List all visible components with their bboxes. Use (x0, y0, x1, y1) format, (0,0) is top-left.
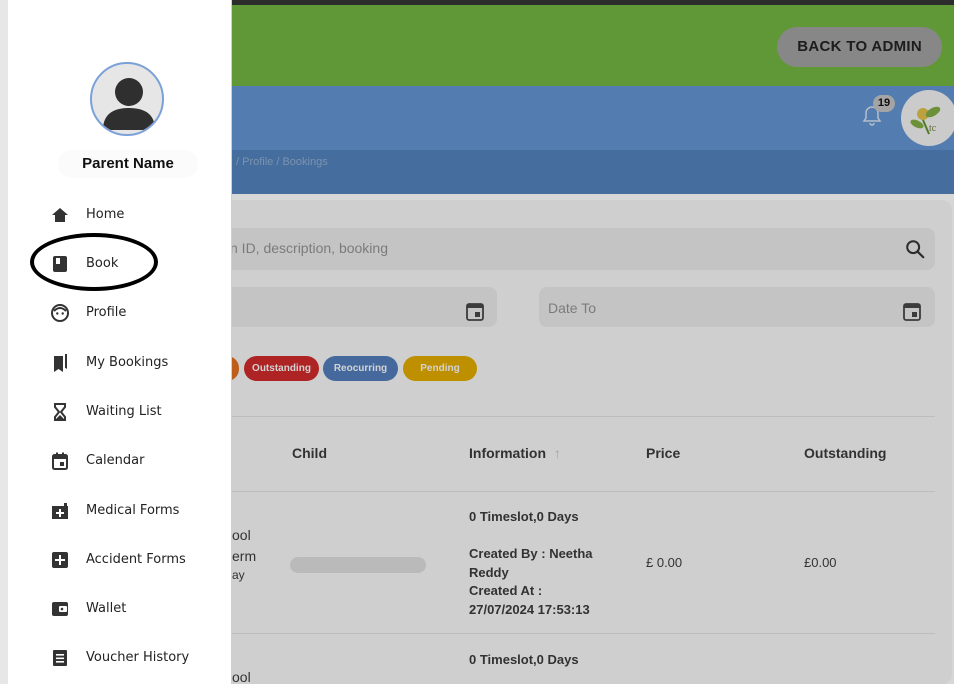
nav-item-medical-forms[interactable]: Medical Forms (16, 491, 238, 531)
calendar-icon[interactable] (466, 301, 484, 321)
face-icon (51, 304, 69, 322)
nav-item-waiting-list[interactable]: Waiting List (16, 392, 238, 432)
info-timeslot: 0 Timeslot,0 Days (469, 509, 579, 524)
column-header-outstanding[interactable]: Outstanding (804, 445, 886, 461)
created-at-label: Created At : (469, 583, 543, 598)
date-to-placeholder: Date To (548, 300, 596, 316)
nav-item-label: Profile (86, 305, 127, 320)
nav-item-label: Home (86, 207, 125, 222)
price-cell: £ 0.00 (646, 555, 683, 570)
list-icon (53, 650, 67, 666)
plus-box-icon (52, 552, 68, 568)
side-drawer: Parent Name Home Book Profile My Booking… (0, 0, 232, 684)
status-chip-pending[interactable]: Pending (403, 356, 477, 381)
date-to-input[interactable] (539, 287, 935, 327)
nav-item-label: Medical Forms (86, 503, 180, 518)
nav-item-voucher-history[interactable]: Voucher History (16, 638, 238, 678)
bookmarks-icon (54, 354, 67, 372)
nav-item-my-bookings[interactable]: My Bookings (16, 343, 238, 383)
avatar[interactable] (90, 62, 164, 136)
nav-item-label: Accident Forms (86, 552, 186, 567)
redacted-child-name (290, 557, 426, 573)
nav-item-label: Calendar (86, 453, 145, 468)
search-icon[interactable] (904, 238, 926, 260)
breadcrumb: / Profile / Bookings (236, 156, 328, 168)
nav-item-calendar[interactable]: Calendar (16, 441, 238, 481)
column-header-information[interactable]: Information ↑ (469, 445, 561, 461)
divider (225, 491, 935, 492)
info-timeslot: 0 Timeslot,0 Days (469, 652, 579, 667)
nav-item-accident-forms[interactable]: Accident Forms (16, 540, 238, 580)
divider (225, 633, 935, 634)
back-to-admin-button[interactable]: BACK TO ADMIN (777, 27, 942, 67)
calendar-icon (52, 452, 68, 470)
created-by-name: Reddy (469, 565, 509, 580)
nav-item-label: My Bookings (86, 355, 169, 370)
column-header-child[interactable]: Child (292, 445, 327, 461)
created-by: Created By : Neetha (469, 546, 593, 561)
nav-item-profile[interactable]: Profile (16, 293, 238, 333)
sort-arrow-up-icon: ↑ (553, 445, 561, 461)
nav-item-home[interactable]: Home (16, 195, 238, 235)
app: BACK TO ADMIN / Profile / Bookings 19 tc… (0, 0, 954, 684)
date-from-input[interactable] (225, 287, 497, 327)
nav-item-label: Waiting List (86, 404, 162, 419)
column-header-price[interactable]: Price (646, 445, 680, 461)
nav-item-label: Wallet (86, 601, 127, 616)
notification-badge: 19 (873, 95, 895, 112)
flower-icon (910, 106, 941, 135)
logo-text: tc (929, 123, 937, 134)
org-logo[interactable]: tc (901, 90, 954, 146)
nav-item-wallet[interactable]: Wallet (16, 589, 238, 629)
hourglass-icon (54, 403, 66, 421)
calendar-icon[interactable] (903, 301, 921, 321)
search-placeholder: n ID, description, booking (230, 240, 388, 256)
column-header-information-label: Information (469, 445, 546, 461)
created-at-value: 27/07/2024 17:53:13 (469, 602, 590, 617)
annotation-highlight-oval (30, 233, 158, 291)
outstanding-cell: £0.00 (804, 555, 837, 570)
wallet-icon (52, 602, 68, 616)
home-icon (52, 208, 68, 222)
user-name: Parent Name (58, 150, 198, 178)
divider (225, 416, 935, 417)
medical-icon (52, 503, 68, 519)
user-silhouette-icon (103, 78, 155, 130)
nav-item-label: Voucher History (86, 650, 190, 665)
status-chip-outstanding[interactable]: Outstanding (244, 356, 319, 381)
status-chip-reocurring[interactable]: Reocurring (323, 356, 398, 381)
